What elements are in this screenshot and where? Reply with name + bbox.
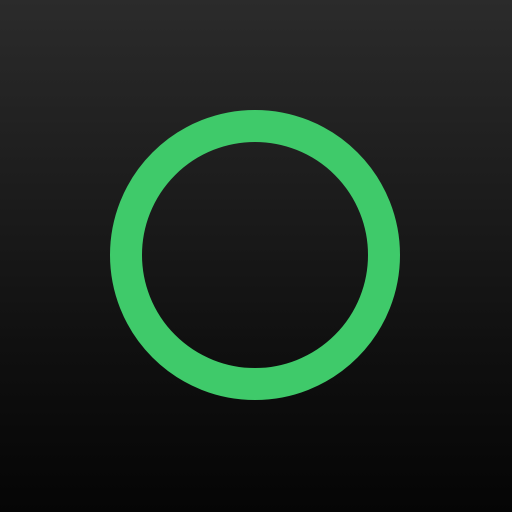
circle-ring-icon	[110, 110, 400, 400]
app-icon-background	[0, 0, 512, 512]
